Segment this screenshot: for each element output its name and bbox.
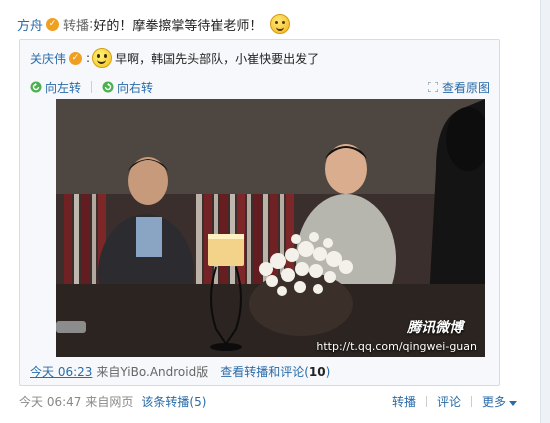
forward-label: 转播 [63,18,90,34]
original-text: 早啊，韩国先头部队，小崔快要出发了 [115,51,320,66]
photo-watermark-url: http://t.qq.com/qingwei-guan [316,340,477,353]
original-verified-badge-icon: ✓ [69,51,83,65]
thinking-emoji-icon [270,14,291,34]
post-time: 今天 06:47 [19,394,82,409]
rotate-right-label: 向右转 [117,80,154,95]
post-footer: 今天 06:47 来自网页 该条转播(5) 转播 评论 更多 [19,392,517,410]
original-source: 来自YiBo.Android版 [96,364,209,379]
forwards-count: 10 [308,364,326,379]
original-time-link[interactable]: 今天 06:23 [30,363,92,380]
post-source: 来自网页 [85,394,134,409]
view-original-button[interactable]: 查看原图 [427,79,490,96]
footer-divider [470,395,472,407]
view-forwards-label: 查看转播和评论 [220,364,305,379]
original-meta: 今天 06:23 来自YiBo.Android版 查看转播和评论(10) [30,363,330,379]
post-author-link[interactable]: 方舟 [17,15,43,34]
footer-actions: 转播 评论 更多 [392,393,517,410]
image-toolbar: 向左转 向右转 查看原图 [30,78,490,96]
expand-icon [427,82,438,92]
more-label: 更多 [481,394,506,409]
rotate-right-button[interactable]: 向右转 [102,79,153,96]
thread-forwards-link[interactable]: 该条转播(5) [141,393,206,410]
smile-emoji-icon [92,48,113,68]
rotate-left-icon [30,81,42,93]
forwards-count-close: ) [325,364,331,379]
post-photo[interactable]: 腾讯微博 http://t.qq.com/qingwei-guan [56,99,485,357]
caret-down-icon [509,400,517,406]
footer-divider [425,395,427,407]
view-original-label: 查看原图 [441,80,490,95]
rotate-right-icon [102,81,114,93]
forwarded-original-box: 关庆伟 ✓ : 早啊，韩国先头部队，小崔快要出发了 向左转 向右转 查看原图 腾… [19,39,500,386]
original-colon: : [86,51,91,65]
rotate-left-button[interactable]: 向左转 [30,79,81,96]
post-header: 方舟 ✓ 转播 : 好的！摩拳擦掌等待崔老师！ [17,11,291,37]
photo-watermark-logo: 腾讯微博 [407,320,463,336]
right-scroll-rail[interactable] [540,0,550,423]
view-forwards-comments-link[interactable]: 查看转播和评论(10) [220,363,330,380]
weibo-post: 方舟 ✓ 转播 : 好的！摩拳擦掌等待崔老师！ 关庆伟 ✓ : 早啊，韩国先头部… [0,0,535,423]
toolbar-divider [91,81,93,93]
rotate-left-label: 向左转 [45,80,82,95]
post-text: 好的！摩拳擦掌等待崔老师！ [93,18,263,34]
original-author-link[interactable]: 关庆伟 [30,50,66,67]
original-header: 关庆伟 ✓ : 早啊，韩国先头部队，小崔快要出发了 [30,46,319,70]
verified-badge-icon: ✓ [46,17,60,31]
comment-action-button[interactable]: 评论 [437,393,461,410]
more-action-button[interactable]: 更多 [482,393,517,410]
forward-action-button[interactable]: 转播 [392,393,416,410]
